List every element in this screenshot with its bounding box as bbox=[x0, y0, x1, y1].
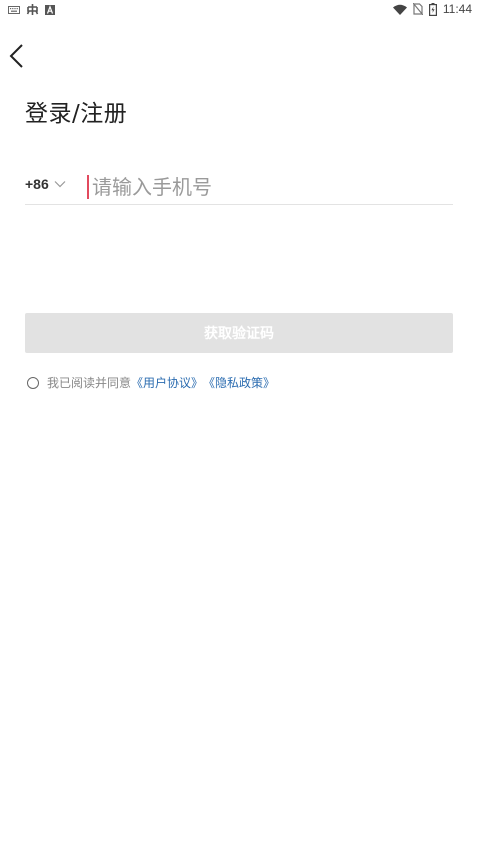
user-agreement-link[interactable]: 《用户协议》 bbox=[131, 374, 203, 391]
chevron-down-icon bbox=[54, 181, 66, 188]
status-bar-right: 11:44 bbox=[392, 2, 472, 16]
phone-input-row: +86 bbox=[25, 170, 453, 205]
country-code-selector[interactable]: +86 bbox=[25, 176, 66, 192]
bug-icon bbox=[26, 3, 39, 16]
no-sim-icon bbox=[412, 3, 423, 15]
agreement-row: 我已阅读并同意 《用户协议》 《隐私政策》 bbox=[27, 374, 275, 391]
status-time: 11:44 bbox=[442, 2, 472, 16]
keyboard-icon bbox=[8, 5, 20, 14]
page-title: 登录/注册 bbox=[25, 101, 128, 127]
agree-radio[interactable] bbox=[27, 376, 39, 389]
get-verification-code-button[interactable]: 获取验证码 bbox=[25, 313, 453, 353]
battery-charging-icon bbox=[428, 2, 437, 16]
country-code-label: +86 bbox=[25, 176, 49, 192]
status-bar-left bbox=[8, 3, 55, 16]
privacy-policy-link[interactable]: 《隐私政策》 bbox=[203, 374, 275, 391]
wifi-icon bbox=[392, 4, 407, 15]
login-screen: 11:44 登录/注册 +86 获取验证码 我已阅读并同意 《用户协议》 《隐私… bbox=[0, 0, 478, 849]
text-cursor bbox=[87, 175, 89, 199]
font-a-icon bbox=[45, 4, 55, 15]
phone-number-input[interactable] bbox=[92, 172, 447, 202]
chevron-left-icon bbox=[9, 44, 23, 68]
agreement-text: 我已阅读并同意 bbox=[47, 376, 132, 390]
status-bar: 11:44 bbox=[0, 0, 478, 20]
back-button[interactable] bbox=[2, 40, 30, 72]
